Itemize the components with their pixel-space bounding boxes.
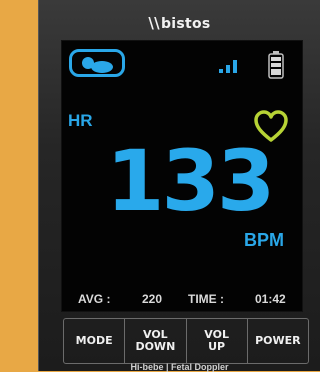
vol-up-button[interactable]: VOL UP	[187, 319, 248, 363]
mode-button[interactable]: MODE	[64, 319, 126, 363]
brand-logo: \\bistos	[39, 14, 320, 32]
hr-label: HR	[68, 111, 93, 130]
bpm-unit: BPM	[244, 230, 284, 250]
button-panel: MODE VOL DOWN VOL UP POWER	[63, 318, 309, 364]
display-screen: HR 133 BPM AVG : 220 TIME : 01:42	[61, 40, 303, 312]
baby-icon	[69, 49, 125, 77]
power-button[interactable]: POWER	[248, 319, 308, 363]
heart-rate-value: 133	[106, 132, 275, 230]
signal-icon	[219, 60, 237, 73]
brand-mark: \\	[148, 14, 160, 32]
doppler-device: \\bistos HR 133 BPM AVG : 220 TIME: 01:…	[38, 0, 320, 372]
time-label: TIME :	[188, 292, 224, 306]
time-value: 01:42	[255, 292, 286, 306]
brand-name: bistos	[160, 16, 211, 32]
avg-value: 220	[142, 292, 163, 306]
stats-row: AVG : 220 TIME : 01:42	[62, 292, 302, 310]
avg-label: AVG :	[78, 292, 111, 306]
battery-icon	[268, 51, 284, 79]
vol-down-button[interactable]: VOL DOWN	[125, 319, 187, 363]
